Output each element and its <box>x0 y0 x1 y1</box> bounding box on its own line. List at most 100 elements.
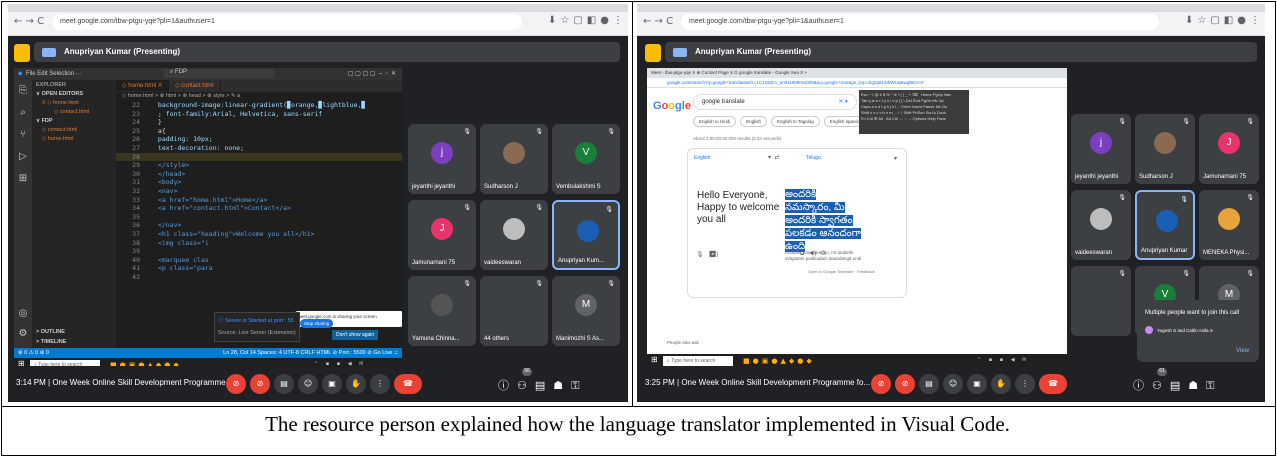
chip[interactable]: English to Hindi <box>693 116 737 127</box>
participant-tile[interactable]: 🎙 <box>1071 266 1131 336</box>
participant-tile[interactable]: 🎙 MENEKA Physi... <box>1199 190 1259 260</box>
translate-feedback[interactable]: Open in Google Translate · Feedback <box>808 269 875 274</box>
chip[interactable]: English to Tagalog <box>771 116 820 127</box>
chip[interactable]: English <box>740 116 768 127</box>
shared-browser-tabs[interactable]: Meet - tbw-ptgu-yqe X ⊕ Contact Page X G… <box>647 68 1067 78</box>
source-control-icon[interactable]: ⑂ <box>14 124 32 146</box>
raise-hand-icon[interactable]: ✋ <box>346 374 366 394</box>
status-problems[interactable]: ⊗ 0 ⚠ 0 ⊛ 0 <box>18 350 49 356</box>
more-options-icon[interactable]: ⋮ <box>1015 374 1035 394</box>
participant-tile[interactable]: 🎙 Yamuna Chinna... <box>408 276 476 346</box>
more-options-icon[interactable]: ⋮ <box>370 374 390 394</box>
taskbar-app-icons[interactable]: ■●▣●▲◆●◆ <box>743 357 815 365</box>
open-editor-item[interactable]: ◇ contact.html <box>32 107 116 116</box>
mic-off-icon[interactable]: ⊘ <box>871 374 891 394</box>
stop-sharing-button[interactable]: Stop sharing <box>300 319 334 328</box>
present-icon[interactable]: ▣ <box>322 374 342 394</box>
participant-tile[interactable]: j 🎙 jeyanthi jeyanthi <box>1071 114 1131 184</box>
search-icon[interactable]: ⌕ <box>14 102 32 124</box>
dont-show-again-button[interactable]: Don't show again <box>332 330 379 340</box>
meet-side-tools[interactable]: ⓘ⚇▤☗⚿ <box>498 377 588 393</box>
vscode-menu[interactable]: File Edit Selection ··· <box>26 71 82 77</box>
tab-contact[interactable]: ◇ contact.html <box>169 80 221 91</box>
swap-languages-icon[interactable]: ▾ ⇄ <box>768 154 779 161</box>
system-tray[interactable]: ⌃ ▪ ▪ ◀ ✉ <box>977 357 1029 363</box>
emoji-icon[interactable]: ☺ <box>298 374 318 394</box>
participant-tile[interactable]: 🎙 Sudharson J <box>1135 114 1195 184</box>
kbd-key[interactable]: Options <box>913 116 927 121</box>
on-screen-keyboard[interactable]: Esc ~ ! @ # $ % ^ & * ( ) _ + ⌫ Home PgU… <box>859 90 969 134</box>
participant-tile[interactable]: 🎙 Anupriyan Kumar <box>1135 190 1195 260</box>
kbd-key[interactable]: ScrLk <box>926 110 936 115</box>
emoji-icon[interactable]: ☺ <box>943 374 963 394</box>
gear-icon[interactable]: ⚙ <box>14 324 32 344</box>
participant-tile[interactable]: J 🎙 Jamunarnani 75 <box>1199 114 1259 184</box>
participant-tile[interactable]: 🎙 vaideeswaran <box>480 200 548 270</box>
present-icon[interactable]: ▣ <box>967 374 987 394</box>
camera-off-icon[interactable]: ⊘ <box>895 374 915 394</box>
clear-source-icon[interactable]: ✕ <box>759 190 764 197</box>
people-also-ask[interactable]: People also ask <box>667 340 699 345</box>
source-text-area[interactable]: Hello Everyone, Happy to welcome you all <box>697 190 797 226</box>
end-call-button[interactable]: ☎ <box>1039 374 1067 394</box>
kbd-key[interactable]: PgDn <box>921 98 931 103</box>
open-editor-item[interactable]: X ◇ home.html <box>32 98 116 107</box>
browser-extension-icons[interactable]: ⬇☆▢◧●⋮ <box>548 15 627 26</box>
kbd-key[interactable]: PrtScn <box>913 110 925 115</box>
mic-off-icon[interactable]: ⊘ <box>226 374 246 394</box>
participant-tile[interactable]: 🎙 Sudharson J <box>480 124 548 194</box>
kbd-key[interactable]: Insert <box>912 104 922 109</box>
source-language-select[interactable]: English <box>694 155 710 161</box>
shared-browser-url[interactable]: google.com/search?q=google+translate&rlz… <box>647 78 1067 88</box>
captions-icon[interactable]: ▤ <box>919 374 939 394</box>
file-item[interactable]: ◇ contact.html <box>32 125 116 134</box>
kbd-key[interactable]: Mv Dn <box>936 104 948 109</box>
tab-home[interactable]: ◇ home.html X <box>116 80 169 91</box>
raise-hand-icon[interactable]: ✋ <box>991 374 1011 394</box>
kbd-key[interactable]: PgUp <box>933 92 943 97</box>
browser-extension-icons[interactable]: ⬇☆▢◧●⋮ <box>1185 15 1264 26</box>
code-editor[interactable]: ◇ home.html X ◇ contact.html ◇ home.html … <box>116 80 402 348</box>
kbd-key[interactable]: Pause <box>923 104 934 109</box>
view-button[interactable]: View <box>1236 348 1249 354</box>
file-item[interactable]: ◇ home.html <box>32 134 116 143</box>
target-language-select[interactable]: Telugu <box>806 155 821 161</box>
breadcrumb[interactable]: ◇ home.html > ⊗ html > ⊗ head > ⊗ style … <box>116 92 402 101</box>
status-right[interactable]: Ln 28, Col 14 Spaces: 4 UTF-8 CRLF HTML … <box>223 350 398 356</box>
nav-buttons[interactable]: ← → C <box>14 16 44 27</box>
folder-heading[interactable]: ∨ FDP <box>32 116 116 125</box>
kbd-key[interactable]: Home <box>921 92 932 97</box>
account-icon[interactable]: ◎ <box>14 304 32 324</box>
kbd-key[interactable]: Help <box>928 116 936 121</box>
kbd-key[interactable]: Mv Up <box>932 98 944 103</box>
files-icon[interactable]: ⎘ <box>14 80 32 102</box>
captions-icon[interactable]: ▤ <box>274 374 294 394</box>
outline-heading[interactable]: > OUTLINE <box>32 327 69 336</box>
extensions-icon[interactable]: ⊞ <box>14 168 32 190</box>
source-mic-speaker-icons[interactable]: 🎙 ◀) <box>696 251 718 258</box>
run-debug-icon[interactable]: ▷ <box>14 146 32 168</box>
camera-off-icon[interactable]: ⊘ <box>250 374 270 394</box>
timeline-heading[interactable]: > TIMELINE <box>32 337 70 346</box>
participant-tile[interactable]: 🎙 vaideeswaran <box>1071 190 1131 260</box>
address-bar[interactable]: meet.google.com/tbw-ptgu-yqe?pli=1&authu… <box>52 14 522 30</box>
open-editors-heading[interactable]: ∨ OPEN EDITORS <box>32 89 116 98</box>
kbd-key[interactable]: End <box>913 98 920 103</box>
taskbar-search[interactable]: ⌕ Type here to search <box>663 356 733 366</box>
windows-start-icon[interactable]: ⊞ <box>651 355 658 364</box>
address-bar[interactable]: meet.google.com/tbw-ptgu-yqe?pli=1&authu… <box>681 14 1159 30</box>
kbd-key[interactable]: Nav <box>944 92 951 97</box>
participant-tile[interactable]: 🎙 44 others <box>480 276 548 346</box>
window-controls[interactable]: ▢ ▢ ▢ ▢ – ▫ ✕ <box>348 70 396 77</box>
participant-tile[interactable]: 🎙 Anupriyan Kum... <box>552 200 620 270</box>
clear-mic-icons[interactable]: ✕ ♦ <box>838 98 848 105</box>
participant-tile[interactable]: V 🎙 Vembulakshmi S <box>552 124 620 194</box>
end-call-button[interactable]: ☎ <box>394 374 422 394</box>
google-search-input[interactable]: google translate ✕ ♦ <box>693 94 857 110</box>
participant-tile[interactable]: J 🎙 Jamunarnani 75 <box>408 200 476 270</box>
target-dropdown-icon[interactable]: ▾ <box>894 155 897 162</box>
meet-side-tools[interactable]: ⓘ⚇▤☗⚿ <box>1133 377 1223 393</box>
kbd-key[interactable]: Dock <box>937 110 946 115</box>
vscode-search-box[interactable]: ⌕ FDP <box>164 69 274 78</box>
participant-tile[interactable]: M 🎙 Manimozhi S As... <box>552 276 620 346</box>
